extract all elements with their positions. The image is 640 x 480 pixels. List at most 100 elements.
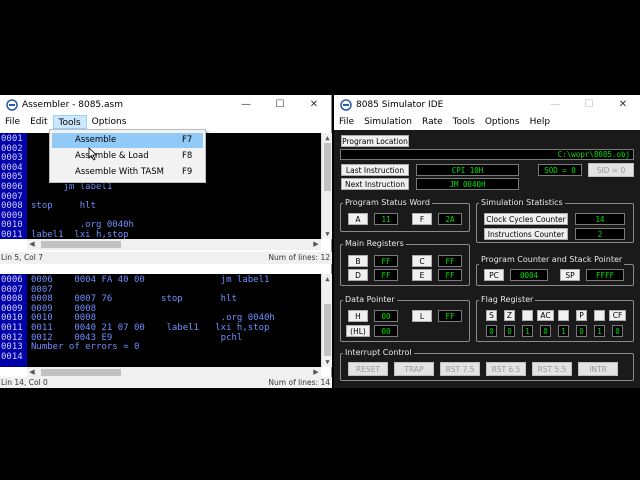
code-text: 0009 0008 bbox=[31, 303, 97, 314]
sim-menu-options[interactable]: Options bbox=[480, 115, 525, 129]
cursor-position: Lin 5, Col 7 bbox=[1, 253, 44, 262]
sim-menu-file[interactable]: File bbox=[334, 115, 359, 129]
last-instruction-button[interactable]: Last Instruction bbox=[341, 164, 409, 176]
scrollbar-thumb[interactable] bbox=[324, 304, 331, 356]
flag-label[interactable]: CF bbox=[609, 310, 626, 321]
flag-label[interactable]: AC bbox=[537, 310, 554, 321]
clock-cycles-value: 14 bbox=[575, 213, 625, 225]
sim-menu-simulation[interactable]: Simulation bbox=[359, 115, 417, 129]
interrupt-button[interactable]: RST 6.5 bbox=[486, 362, 526, 376]
simulator-maximize-button[interactable]: ☐ bbox=[572, 95, 606, 114]
simulator-minimize-button[interactable]: — bbox=[538, 95, 572, 114]
assembler-close-button[interactable]: ✕ bbox=[297, 95, 331, 114]
register-b-value: FF bbox=[374, 255, 398, 267]
assembler-maximize-button[interactable]: ☐ bbox=[263, 95, 297, 114]
simulator-title: 8085 Simulator IDE bbox=[356, 99, 444, 110]
register-d-button[interactable]: D bbox=[348, 269, 368, 281]
menu-item-label: Assemble & Load bbox=[75, 151, 149, 161]
register-l-value: FF bbox=[438, 310, 462, 322]
register-b-button[interactable]: B bbox=[348, 255, 368, 267]
line-number: 0011 bbox=[1, 323, 23, 333]
flag-value: 1 bbox=[522, 325, 533, 337]
line-number: 0010 bbox=[1, 313, 23, 324]
program-location-button[interactable]: Program Location bbox=[341, 135, 409, 147]
stack-pointer-button[interactable]: SP bbox=[560, 269, 580, 281]
line-number: 0004 bbox=[1, 162, 23, 173]
flag-value: 0 bbox=[504, 325, 515, 337]
sid-button[interactable]: SID = 0 bbox=[588, 163, 634, 177]
scrollbar-thumb[interactable] bbox=[41, 241, 121, 248]
code-text: Number of errors = 0 bbox=[31, 342, 140, 353]
sim-menu-help[interactable]: Help bbox=[525, 115, 556, 129]
sim-menu-rate[interactable]: Rate bbox=[417, 115, 448, 129]
menu-tools[interactable]: Tools bbox=[52, 115, 87, 129]
line-count: Num of lines: 12 bbox=[268, 253, 330, 262]
register-f-button[interactable]: F bbox=[412, 213, 432, 225]
menu-item-assemble-load[interactable]: Assemble & Load F8 bbox=[52, 149, 203, 164]
scroll-up-icon[interactable]: ▲ bbox=[322, 274, 332, 284]
scroll-down-icon[interactable]: ▼ bbox=[322, 229, 332, 239]
line-number: 0009 bbox=[1, 303, 23, 314]
flag-register-title: Flag Register bbox=[479, 295, 536, 305]
flag-label[interactable]: S bbox=[486, 310, 497, 321]
line-number: 0005 bbox=[1, 172, 23, 183]
mouse-pointer-icon bbox=[88, 147, 98, 161]
menu-item-assemble[interactable]: Assemble F7 bbox=[52, 133, 203, 148]
listing-editor[interactable]: 0006 0006 0004 FA 40 00 jm label1 0007 0007… bbox=[0, 274, 332, 367]
register-c-button[interactable]: C bbox=[412, 255, 432, 267]
data-pointer-title: Data Pointer bbox=[343, 295, 397, 305]
register-h-button[interactable]: H bbox=[348, 310, 368, 322]
flag-register-group bbox=[476, 300, 634, 342]
program-counter-button[interactable]: PC bbox=[484, 269, 504, 281]
simulator-close-button[interactable]: ✕ bbox=[606, 95, 640, 114]
flag-value: 0 bbox=[612, 325, 623, 337]
menu-edit[interactable]: Edit bbox=[25, 115, 52, 129]
register-h-value: 00 bbox=[374, 310, 398, 322]
source-vertical-scrollbar[interactable]: ▲ ▼ bbox=[321, 133, 332, 239]
assembler-minimize-button[interactable]: — bbox=[229, 95, 263, 114]
scroll-up-icon[interactable]: ▲ bbox=[322, 133, 332, 143]
register-f-value: 2A bbox=[438, 213, 462, 225]
interrupt-button[interactable]: RST 5.5 bbox=[532, 362, 572, 376]
statistics-title: Simulation Statistics bbox=[479, 198, 565, 208]
register-l-button[interactable]: L bbox=[412, 310, 432, 322]
menu-file[interactable]: File bbox=[0, 115, 25, 129]
scroll-down-icon[interactable]: ▼ bbox=[322, 357, 332, 367]
menu-item-assemble-tasm[interactable]: Assemble With TASM F9 bbox=[52, 165, 203, 180]
interrupt-control-title: Interrupt Control bbox=[343, 348, 414, 358]
scrollbar-thumb[interactable] bbox=[41, 369, 121, 376]
scroll-left-icon[interactable]: ◀ bbox=[27, 239, 37, 250]
scrollbar-thumb[interactable] bbox=[324, 143, 331, 191]
interrupt-button[interactable]: INTR bbox=[578, 362, 618, 376]
code-text: 0006 0004 FA 40 00 jm label1 bbox=[31, 275, 270, 285]
simulator-app-icon bbox=[340, 98, 352, 111]
assembler-app-icon bbox=[6, 98, 18, 111]
flag-unused-slot bbox=[522, 310, 533, 321]
hl-memory-button[interactable]: (HL) bbox=[346, 325, 370, 337]
flag-value: 1 bbox=[594, 325, 605, 337]
clock-cycles-counter-button[interactable]: Clock Cycles Counter bbox=[484, 213, 568, 225]
flag-label[interactable]: P bbox=[576, 310, 587, 321]
next-instruction-button[interactable]: Next Instruction bbox=[341, 178, 409, 190]
scroll-right-icon[interactable]: ▶ bbox=[311, 239, 321, 250]
flag-label[interactable]: Z bbox=[504, 310, 515, 321]
interrupt-button[interactable]: RST 7.5 bbox=[440, 362, 480, 376]
line-number: 0014 bbox=[1, 351, 23, 362]
source-statusbar: Lin 5, Col 7 Num of lines: 12 bbox=[0, 252, 332, 264]
instructions-counter-button[interactable]: Instructions Counter bbox=[484, 228, 568, 240]
simulator-window: 8085 Simulator IDE — ☐ ✕ File Simulation… bbox=[334, 95, 640, 388]
interrupt-button[interactable]: RESET bbox=[348, 362, 388, 376]
register-e-value: FF bbox=[438, 269, 462, 281]
simulator-menubar: File Simulation Rate Tools Options Help bbox=[334, 114, 640, 130]
menu-options[interactable]: Options bbox=[87, 115, 132, 129]
flag-value: 0 bbox=[540, 325, 551, 337]
register-e-button[interactable]: E bbox=[412, 269, 432, 281]
source-horizontal-scrollbar[interactable]: ◀ ▶ bbox=[27, 239, 321, 250]
sim-menu-tools[interactable]: Tools bbox=[448, 115, 480, 129]
register-c-value: FF bbox=[438, 255, 462, 267]
listing-vertical-scrollbar[interactable]: ▲ ▼ bbox=[321, 274, 332, 367]
interrupt-button[interactable]: TRAP bbox=[394, 362, 434, 376]
assembler-menubar: File Edit Tools Options bbox=[0, 114, 331, 130]
line-number: 0003 bbox=[1, 153, 23, 164]
register-a-button[interactable]: A bbox=[348, 213, 368, 225]
